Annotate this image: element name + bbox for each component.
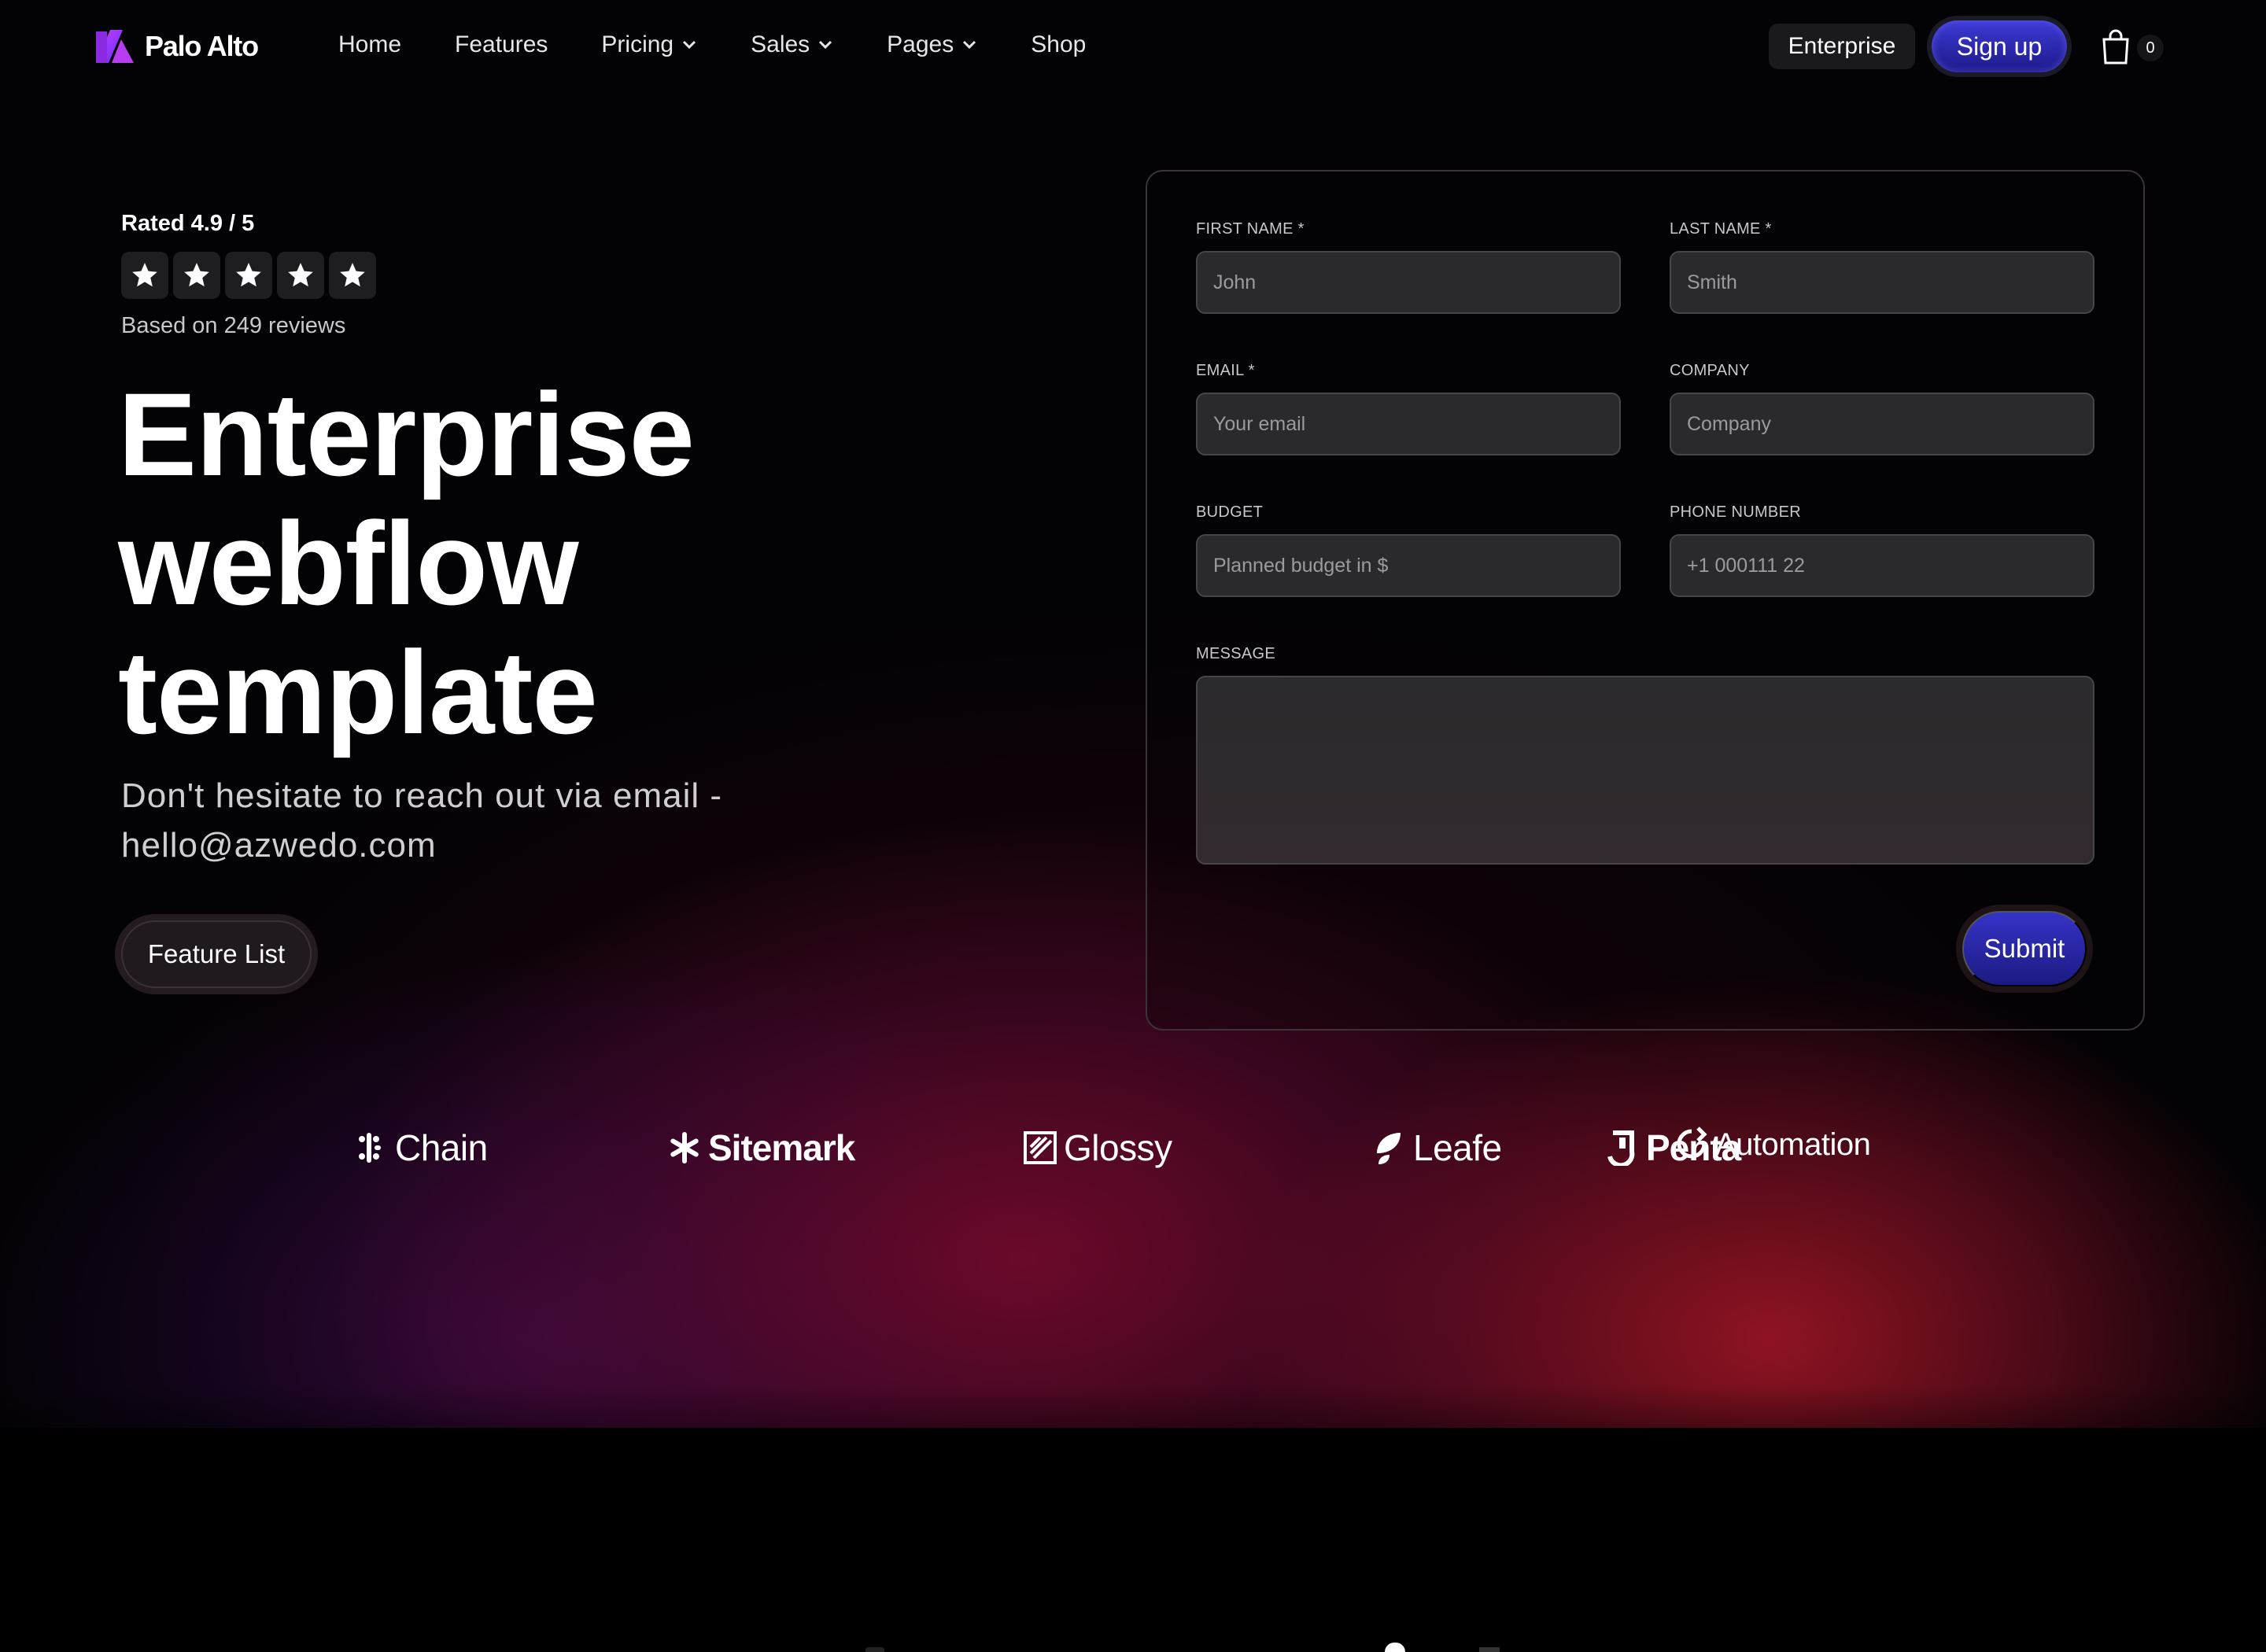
partial-element [865,1647,884,1652]
submit-button[interactable]: Submit [1962,911,2087,986]
automation-wordmark: Automation [1715,1127,1871,1162]
email-label: EMAIL * [1196,362,1255,379]
company-label: COMPANY [1670,362,1750,379]
chevron-down-icon [963,40,976,50]
message-group: MESSAGE [1196,645,2094,865]
last-name-label: LAST NAME * [1670,220,1772,238]
chevron-down-icon [819,40,832,50]
leafe-logo: Leafe [1372,1127,1502,1169]
glossy-logo: Glossy [1023,1127,1172,1169]
nav-pricing-label: Pricing [601,31,674,57]
nav-sales[interactable]: Sales [751,31,833,58]
automation-icon [1677,1127,1707,1159]
nav-features-label: Features [455,31,548,57]
nav-home-label: Home [338,31,402,57]
brand-logo[interactable]: Palo Alto [94,28,259,65]
email-group: EMAIL * [1196,362,1621,455]
penta-icon [1607,1130,1635,1166]
cart-count-badge: 0 [2137,35,2164,61]
star-icon [277,252,324,299]
last-name-input[interactable] [1670,251,2094,314]
star-rating [121,252,376,299]
phone-group: PHONE NUMBER [1670,503,2094,597]
contact-form: FIRST NAME * LAST NAME * EMAIL * COMPANY… [1146,170,2145,1031]
brand-logos: Chain Sitemark Glossy Leafe Penta Automa… [0,1127,2266,1174]
phone-label: PHONE NUMBER [1670,503,1801,521]
automation-logo: Automation [1674,1127,1871,1163]
last-name-group: LAST NAME * [1670,220,2094,314]
rating-text: Rated 4.9 / 5 [121,211,255,236]
page-title: Enterprise webflow template [118,370,984,757]
brand-name: Palo Alto [145,30,259,62]
message-textarea[interactable] [1196,676,2094,865]
company-group: COMPANY [1670,362,2094,455]
chain-wordmark: Chain [395,1127,488,1168]
budget-input[interactable] [1196,534,1621,597]
sitemark-icon [670,1132,699,1163]
nav-features[interactable]: Features [455,31,548,58]
budget-group: BUDGET [1196,503,1621,597]
palo-alto-logo-icon [94,28,138,65]
headline-line: Enterprise [118,368,695,500]
nav-links: Home Features Pricing Sales Pages Shop [338,31,1139,58]
sitemark-logo: Sitemark [667,1127,855,1169]
nav-home[interactable]: Home [338,31,401,58]
star-icon [329,252,376,299]
star-icon [225,252,272,299]
enterprise-button[interactable]: Enterprise [1769,24,1915,69]
star-icon [121,252,168,299]
leafe-wordmark: Leafe [1413,1127,1502,1168]
nav-pricing[interactable]: Pricing [601,31,697,58]
hero-subtext: Don't hesitate to reach out via email - … [121,776,722,865]
email-field[interactable] [1196,393,1621,455]
first-name-label: FIRST NAME * [1196,220,1305,238]
reviews-count: Based on 249 reviews [121,313,346,338]
message-label: MESSAGE [1196,645,1276,662]
cart-icon[interactable] [2099,28,2132,66]
first-name-group: FIRST NAME * [1196,220,1621,314]
leafe-icon [1377,1133,1401,1164]
nav-pages-label: Pages [887,31,954,57]
company-input[interactable] [1670,393,2094,455]
chain-icon [359,1133,381,1163]
headline-line: template [118,626,598,758]
chevron-down-icon [683,40,696,50]
headline-line: webflow [118,497,579,629]
glossy-wordmark: Glossy [1064,1127,1172,1168]
glossy-icon [1024,1131,1057,1164]
feature-list-button[interactable]: Feature List [121,920,312,988]
signup-button[interactable]: Sign up [1932,20,2067,72]
lower-section [0,1428,2266,1652]
nav-sales-label: Sales [751,31,810,57]
nav-shop[interactable]: Shop [1031,31,1086,58]
star-icon [173,252,220,299]
first-name-input[interactable] [1196,251,1621,314]
sitemark-wordmark: Sitemark [708,1127,855,1168]
nav-pages[interactable]: Pages [887,31,977,58]
phone-input[interactable] [1670,534,2094,597]
chain-logo: Chain [354,1127,488,1169]
partial-element [1479,1647,1500,1652]
budget-label: BUDGET [1196,503,1264,521]
nav-shop-label: Shop [1031,31,1087,57]
top-nav: Palo Alto Home Features Pricing Sales Pa… [0,0,2266,94]
hero-bottom-fade [0,1385,2266,1429]
